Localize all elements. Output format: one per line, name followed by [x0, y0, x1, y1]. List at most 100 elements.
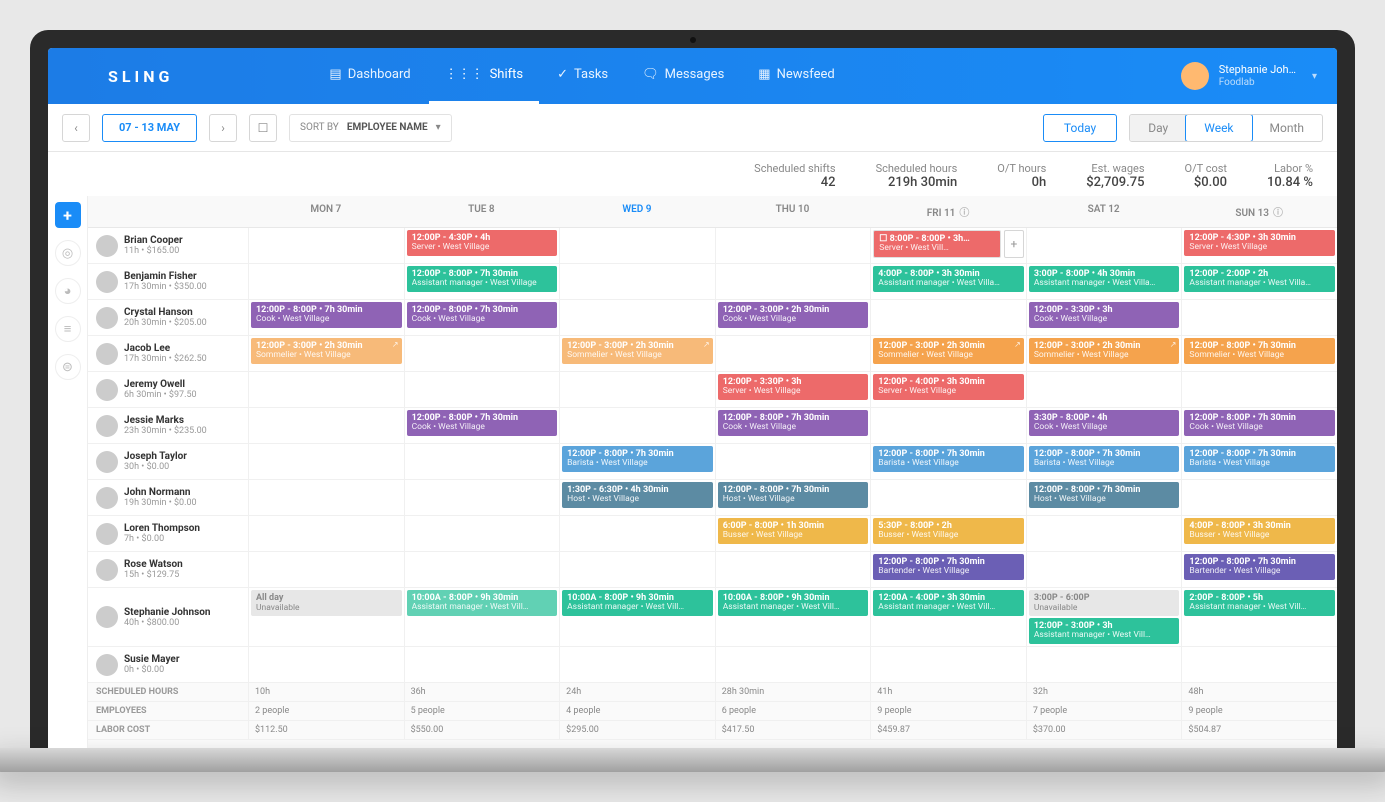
schedule-cell[interactable]: 12:00P - 8:00P • 7h 30minAssistant manag…	[404, 264, 560, 300]
schedule-cell[interactable]	[1026, 647, 1182, 683]
schedule-cell[interactable]	[559, 228, 715, 264]
schedule-cell[interactable]: 12:00P - 4:30P • 4hServer • West Village	[404, 228, 560, 264]
employee-cell[interactable]: Brian Cooper11h • $165.00	[88, 228, 248, 264]
schedule-cell[interactable]	[248, 480, 404, 516]
schedule-cell[interactable]	[1026, 228, 1182, 264]
schedule-cell[interactable]	[1181, 647, 1337, 683]
schedule-cell[interactable]: 12:00P - 3:30P • 3hCook • West Village	[1026, 300, 1182, 336]
shift-block[interactable]: 10:00A - 8:00P • 9h 30minAssistant manag…	[718, 590, 869, 616]
day-header[interactable]: WED 9	[559, 196, 715, 228]
view-week[interactable]: Week	[1185, 114, 1252, 142]
schedule-cell[interactable]: 12:00P - 8:00P • 7h 30minCook • West Vil…	[404, 408, 560, 444]
schedule-cell[interactable]: 12:00P - 8:00P • 7h 30minBarista • West …	[1181, 444, 1337, 480]
schedule-cell[interactable]: 12:00P - 8:00P • 7h 30minHost • West Vil…	[715, 480, 871, 516]
people-icon[interactable]: ◕	[55, 278, 81, 304]
schedule-cell[interactable]: 12:00P - 8:00P • 7h 30minBartender • Wes…	[870, 552, 1026, 588]
shift-block[interactable]: 6:00P - 8:00P • 1h 30minBusser • West Vi…	[718, 518, 869, 544]
employee-cell[interactable]: Jeremy Owell6h 30min • $97.50	[88, 372, 248, 408]
shift-block[interactable]: 12:00P - 3:00P • 2h 30minSommelier • Wes…	[562, 338, 713, 364]
employee-cell[interactable]: Joseph Taylor30h • $0.00	[88, 444, 248, 480]
employee-cell[interactable]: Rose Watson15h • $129.75	[88, 552, 248, 588]
schedule-cell[interactable]: 12:00P - 8:00P • 7h 30minBartender • Wes…	[1181, 552, 1337, 588]
shift-block[interactable]: 12:00P - 8:00P • 7h 30minAssistant manag…	[407, 266, 558, 292]
schedule-cell[interactable]: 12:00P - 4:00P • 3h 30minServer • West V…	[870, 372, 1026, 408]
employee-cell[interactable]: Loren Thompson7h • $0.00	[88, 516, 248, 552]
schedule-cell[interactable]: 12:00P - 8:00P • 7h 30minCook • West Vil…	[404, 300, 560, 336]
nav-messages[interactable]: 🗨Messages	[626, 48, 740, 104]
schedule-cell[interactable]	[870, 300, 1026, 336]
employee-cell[interactable]: Susie Mayer0h • $0.00	[88, 647, 248, 683]
schedule-cell[interactable]: 12:00P - 3:00P • 2h 30minCook • West Vil…	[715, 300, 871, 336]
schedule-cell[interactable]: 12:00P - 3:30P • 3hServer • West Village	[715, 372, 871, 408]
day-header[interactable]: THU 10	[715, 196, 871, 228]
schedule-cell[interactable]	[404, 647, 560, 683]
sort-dropdown[interactable]: SORT BY EMPLOYEE NAME ▾	[289, 114, 452, 142]
nav-tasks[interactable]: ✓Tasks	[541, 48, 624, 104]
employee-cell[interactable]: Benjamin Fisher17h 30min • $350.00	[88, 264, 248, 300]
employee-cell[interactable]: John Normann19h 30min • $0.00	[88, 480, 248, 516]
day-header[interactable]: MON 7	[248, 196, 404, 228]
employee-cell[interactable]: Jacob Lee17h 30min • $262.50	[88, 336, 248, 372]
schedule-cell[interactable]: 12:00P - 3:00P • 2h 30minSommelier • Wes…	[1026, 336, 1182, 372]
shift-block[interactable]: 12:00P - 8:00P • 7h 30minCook • West Vil…	[251, 302, 402, 328]
schedule-cell[interactable]	[715, 336, 871, 372]
schedule-cell[interactable]	[248, 552, 404, 588]
shift-block[interactable]: 12:00P - 8:00P • 7h 30minCook • West Vil…	[407, 302, 558, 328]
shift-block[interactable]: 12:00P - 8:00P • 7h 30minBartender • Wes…	[873, 554, 1024, 580]
next-week-button[interactable]: ›	[209, 114, 237, 142]
schedule-cell[interactable]: 12:00P - 3:00P • 2h 30minSommelier • Wes…	[559, 336, 715, 372]
day-header[interactable]: SAT 12	[1026, 196, 1182, 228]
schedule-cell[interactable]: 10:00A - 8:00P • 9h 30minAssistant manag…	[404, 588, 560, 647]
schedule-cell[interactable]	[248, 264, 404, 300]
shift-block[interactable]: 12:00P - 8:00P • 7h 30minCook • West Vil…	[1184, 410, 1335, 436]
shift-block[interactable]: 12:00P - 8:00P • 7h 30minCook • West Vil…	[407, 410, 558, 436]
shift-block[interactable]: 12:00P - 2:00P • 2hAssistant manager • W…	[1184, 266, 1335, 292]
schedule-cell[interactable]: 4:00P - 8:00P • 3h 30minBusser • West Vi…	[1181, 516, 1337, 552]
schedule-cell[interactable]: ☐ 8:00P - 8:00P • 3h…Server • West Vill……	[870, 228, 1026, 264]
add-shift-button[interactable]: +	[55, 202, 81, 228]
schedule-cell[interactable]	[559, 647, 715, 683]
shift-block[interactable]: 12:00P - 8:00P • 7h 30minBarista • West …	[562, 446, 713, 472]
date-range-button[interactable]: 07 - 13 MAY	[102, 114, 197, 142]
shift-block[interactable]: 12:00P - 3:00P • 2h 30minSommelier • Wes…	[873, 338, 1024, 364]
schedule-cell[interactable]	[870, 480, 1026, 516]
shift-block[interactable]: 10:00A - 8:00P • 9h 30minAssistant manag…	[407, 590, 558, 616]
shift-block[interactable]: 3:30P - 8:00P • 4hCook • West Village	[1029, 410, 1180, 436]
schedule-cell[interactable]	[1181, 372, 1337, 408]
shift-block[interactable]: 12:00P - 8:00P • 7h 30minSommelier • Wes…	[1184, 338, 1335, 364]
schedule-cell[interactable]	[1181, 480, 1337, 516]
schedule-cell[interactable]: 10:00A - 8:00P • 9h 30minAssistant manag…	[559, 588, 715, 647]
schedule-cell[interactable]	[248, 444, 404, 480]
schedule-cell[interactable]: 12:00P - 8:00P • 7h 30minCook • West Vil…	[248, 300, 404, 336]
nav-shifts[interactable]: ⋮⋮⋮Shifts	[429, 48, 540, 104]
schedule-cell[interactable]	[404, 516, 560, 552]
view-day[interactable]: Day	[1130, 115, 1186, 141]
schedule-cell[interactable]: 6:00P - 8:00P • 1h 30minBusser • West Vi…	[715, 516, 871, 552]
schedule-cell[interactable]: 3:00P - 8:00P • 4h 30minAssistant manage…	[1026, 264, 1182, 300]
employee-cell[interactable]: Crystal Hanson20h 30min • $205.00	[88, 300, 248, 336]
shift-block[interactable]: 12:00P - 8:00P • 7h 30minCook • West Vil…	[718, 410, 869, 436]
schedule-cell[interactable]: 12:00P - 8:00P • 7h 30minHost • West Vil…	[1026, 480, 1182, 516]
shift-block[interactable]: 12:00P - 3:00P • 2h 30minSommelier • Wes…	[1029, 338, 1180, 364]
schedule-cell[interactable]: 12:00P - 3:00P • 2h 30minSommelier • Wes…	[248, 336, 404, 372]
schedule-cell[interactable]: 1:30P - 6:30P • 4h 30minHost • West Vill…	[559, 480, 715, 516]
day-header[interactable]: FRI 11	[870, 196, 1026, 228]
schedule-cell[interactable]	[404, 336, 560, 372]
schedule-cell[interactable]	[559, 516, 715, 552]
schedule-cell[interactable]: 3:00P - 6:00PUnavailable12:00P - 3:00P •…	[1026, 588, 1182, 647]
shift-block[interactable]: ☐ 8:00P - 8:00P • 3h…Server • West Vill…	[873, 230, 1001, 258]
employee-cell[interactable]: Stephanie Johnson40h • $800.00	[88, 588, 248, 647]
schedule-cell[interactable]: 12:00P - 4:30P • 3h 30minServer • West V…	[1181, 228, 1337, 264]
schedule-cell[interactable]	[1026, 372, 1182, 408]
day-header[interactable]: SUN 13	[1181, 196, 1337, 228]
employee-cell[interactable]: Jessie Marks23h 30min • $235.00	[88, 408, 248, 444]
shift-block[interactable]: 3:00P - 8:00P • 4h 30minAssistant manage…	[1029, 266, 1180, 292]
shift-block[interactable]: 12:00P - 8:00P • 7h 30minBartender • Wes…	[1184, 554, 1335, 580]
day-header[interactable]: TUE 8	[404, 196, 560, 228]
shift-block[interactable]: 12:00A - 4:00P • 3h 30minAssistant manag…	[873, 590, 1024, 616]
shift-block[interactable]: 12:00P - 4:30P • 3h 30minServer • West V…	[1184, 230, 1335, 256]
schedule-cell[interactable]	[870, 408, 1026, 444]
add-shift-cell-button[interactable]: +	[1004, 230, 1024, 258]
schedule-cell[interactable]	[559, 264, 715, 300]
location-icon[interactable]: ◎	[55, 240, 81, 266]
